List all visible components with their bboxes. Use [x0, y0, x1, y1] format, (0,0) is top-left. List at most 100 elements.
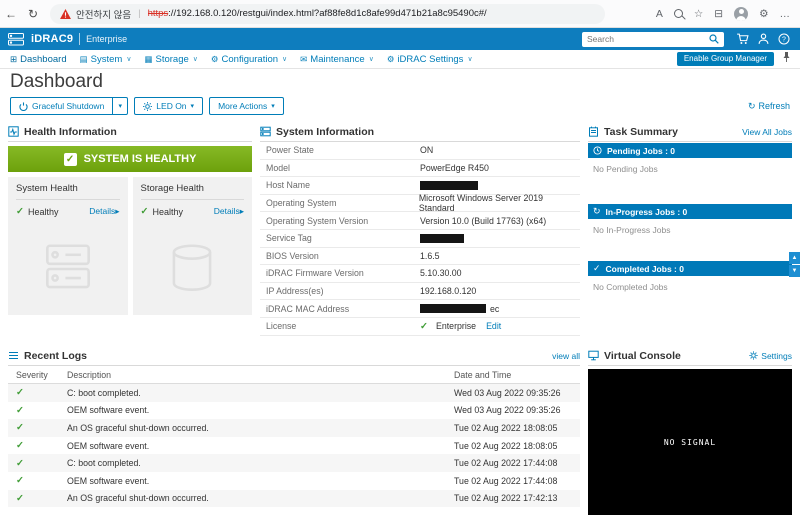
console-settings-link[interactable]: Settings: [749, 351, 792, 361]
dashboard-icon: ⊞: [10, 53, 18, 64]
in-progress-jobs-title: In-Progress Jobs : 0: [605, 206, 688, 217]
nav-configuration[interactable]: ⚙ Configuration ∨: [211, 54, 287, 65]
view-all-jobs-link[interactable]: View All Jobs: [742, 127, 792, 137]
zoom-icon[interactable]: [673, 9, 683, 18]
sysinfo-value: Version 10.0 (Build 17763) (x64): [420, 215, 547, 226]
maintenance-icon: ✉: [300, 53, 308, 64]
idrac-logo: [8, 32, 24, 45]
ok-status-icon: ✓: [16, 475, 24, 487]
sysinfo-row-ip: IP Address(es) 192.168.0.120: [260, 283, 580, 301]
sysinfo-label: Power State: [266, 145, 314, 156]
sysinfo-row-firmware: iDRAC Firmware Version 5.10.30.00: [260, 265, 580, 283]
logs-view-all-link[interactable]: view all: [552, 351, 580, 361]
graceful-shutdown-dropdown[interactable]: ▾: [113, 97, 129, 115]
scroll-up-button[interactable]: ▲: [789, 252, 800, 264]
favorites-star-icon[interactable]: ☆: [694, 8, 703, 20]
log-description: An OS graceful shut-down occurred.: [67, 422, 209, 433]
sysinfo-label: Operating System: [266, 198, 337, 209]
system-info-panel-title: System Information: [276, 125, 375, 138]
graceful-shutdown-button[interactable]: Graceful Shutdown: [10, 97, 114, 115]
search-icon[interactable]: [709, 34, 719, 44]
virtual-console-preview[interactable]: NO SIGNAL: [588, 369, 792, 515]
global-search[interactable]: [582, 31, 724, 47]
healthy-check-icon: ✓: [63, 152, 77, 166]
browser-action-icons: A ☆ ⊟ ⚙ …: [656, 6, 800, 21]
sysinfo-row-os-version: Operating System Version Version 10.0 (B…: [260, 212, 580, 230]
svg-text:?: ?: [782, 37, 786, 44]
health-panel-title: Health Information: [24, 125, 117, 138]
storage-health-details-link[interactable]: Details▸: [214, 206, 244, 217]
server-watermark-icon: [37, 238, 99, 305]
led-on-label: LED On: [156, 101, 187, 111]
actions-toolbar: Graceful Shutdown ▾ LED On ▾ More Action…: [10, 96, 790, 116]
sysinfo-row-os: Operating System Microsoft Windows Serve…: [260, 193, 580, 213]
storage-health-card: Storage Health ✓ Healthy Details▸: [132, 177, 252, 315]
system-health-details-link[interactable]: Details▸: [89, 206, 119, 217]
profile-avatar[interactable]: [734, 6, 749, 21]
pending-jobs-title: Pending Jobs : 0: [607, 145, 676, 156]
url-text: ://192.168.0.120/restgui/index.html?af88…: [168, 8, 487, 19]
log-row: ✓ An OS graceful shut-down occurred. Tue…: [8, 419, 580, 437]
browser-reload-icon[interactable]: ↻: [22, 7, 44, 21]
sysinfo-label: Host Name: [266, 180, 310, 191]
scroll-down-button[interactable]: ▼: [789, 265, 800, 277]
system-health-status: Healthy: [27, 206, 59, 217]
in-progress-jobs-header: ↻ In-Progress Jobs : 0: [588, 204, 792, 219]
ok-status-icon: ✓: [16, 440, 24, 452]
url-scheme-struck: https: [147, 8, 169, 19]
nav-idrac-settings[interactable]: ⚙ iDRAC Settings ∨: [387, 54, 473, 65]
nav-dashboard[interactable]: ⊞ Dashboard: [10, 54, 67, 65]
gear-icon: [749, 351, 758, 360]
help-icon[interactable]: ?: [778, 33, 790, 45]
browser-back-icon[interactable]: ←: [0, 7, 22, 21]
read-aloud-icon[interactable]: A: [656, 8, 663, 20]
sysinfo-row-power-state: Power State ON: [260, 142, 580, 160]
virtual-console-panel-icon: [588, 350, 599, 361]
sysinfo-row-mac: iDRAC MAC Address ec: [260, 300, 580, 318]
no-in-progress-jobs-text: No In-Progress Jobs: [593, 225, 671, 235]
collections-icon[interactable]: ⊟: [714, 8, 723, 20]
chevron-down-icon: ∨: [368, 56, 374, 63]
sysinfo-label: Service Tag: [266, 233, 312, 244]
not-secure-label[interactable]: 안전하지 않음: [76, 7, 131, 21]
license-edit-link[interactable]: Edit: [486, 321, 501, 331]
log-datetime: Wed 03 Aug 2022 09:35:26: [454, 405, 561, 416]
ok-status-icon: ✓: [16, 422, 24, 434]
recent-logs-panel-title: Recent Logs: [24, 349, 88, 362]
address-bar[interactable]: 안전하지 않음 | https://192.168.0.120/restgui/…: [50, 3, 605, 24]
nav-idrac-settings-label: iDRAC Settings: [397, 53, 464, 65]
in-progress-icon: ↻: [593, 206, 601, 216]
browser-settings-icon[interactable]: ⚙: [759, 8, 768, 20]
mac-suffix: ec: [490, 303, 500, 314]
search-input[interactable]: [587, 34, 709, 44]
pin-icon[interactable]: [782, 50, 791, 68]
idrac-header: iDRAC9 Enterprise ?: [0, 28, 800, 50]
log-description: An OS graceful shut-down occurred.: [67, 493, 209, 504]
nav-system[interactable]: ▤ System ∨: [80, 54, 132, 65]
refresh-link[interactable]: ↻ Refresh: [748, 101, 790, 112]
pending-jobs-header: Pending Jobs : 0: [588, 143, 792, 158]
more-actions-button[interactable]: More Actions ▾: [209, 97, 284, 115]
license-value: Enterprise: [435, 321, 477, 332]
log-row: ✓ OEM software event. Tue 02 Aug 2022 17…: [8, 472, 580, 490]
nav-storage[interactable]: ▦ Storage ∨: [144, 54, 197, 65]
recent-logs-panel-icon: [9, 352, 18, 359]
nav-maintenance[interactable]: ✉ Maintenance ∨: [300, 54, 374, 65]
task-summary-panel-title: Task Summary: [604, 125, 678, 138]
log-datetime: Tue 02 Aug 2022 17:42:13: [454, 493, 558, 504]
redacted-value: [420, 180, 478, 190]
chevron-down-icon: ▾: [271, 103, 275, 110]
healthy-banner-label: SYSTEM IS HEALTHY: [83, 153, 197, 165]
cart-icon[interactable]: [736, 33, 749, 45]
logs-column-headers: Severity Description Date and Time: [8, 366, 580, 384]
virtual-console-panel: Virtual Console Settings NO SIGNAL: [588, 346, 792, 515]
led-on-button[interactable]: LED On ▾: [134, 97, 204, 115]
sysinfo-label: IP Address(es): [266, 286, 324, 297]
browser-more-icon[interactable]: …: [780, 8, 791, 20]
enable-group-manager-button[interactable]: Enable Group Manager: [676, 52, 774, 66]
chevron-down-icon: ▾: [190, 103, 195, 110]
configuration-icon: ⚙: [210, 53, 219, 64]
ok-status-icon: ✓: [16, 387, 24, 399]
user-icon[interactable]: [758, 33, 769, 45]
sysinfo-value: 192.168.0.120: [420, 286, 477, 297]
